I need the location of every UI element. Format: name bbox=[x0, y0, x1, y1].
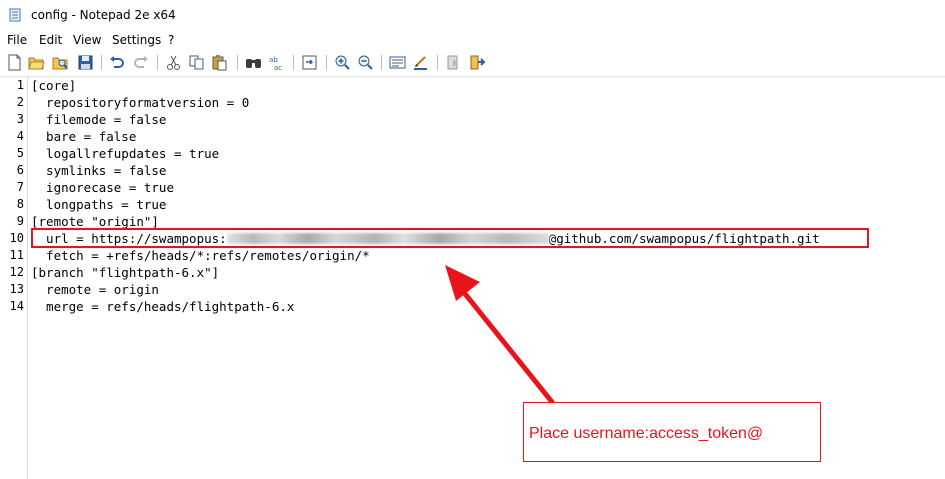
annotation-note-text: Place username:access_token@ bbox=[529, 425, 764, 442]
annotation-note-box: Place username:access_token@ bbox=[523, 402, 821, 462]
